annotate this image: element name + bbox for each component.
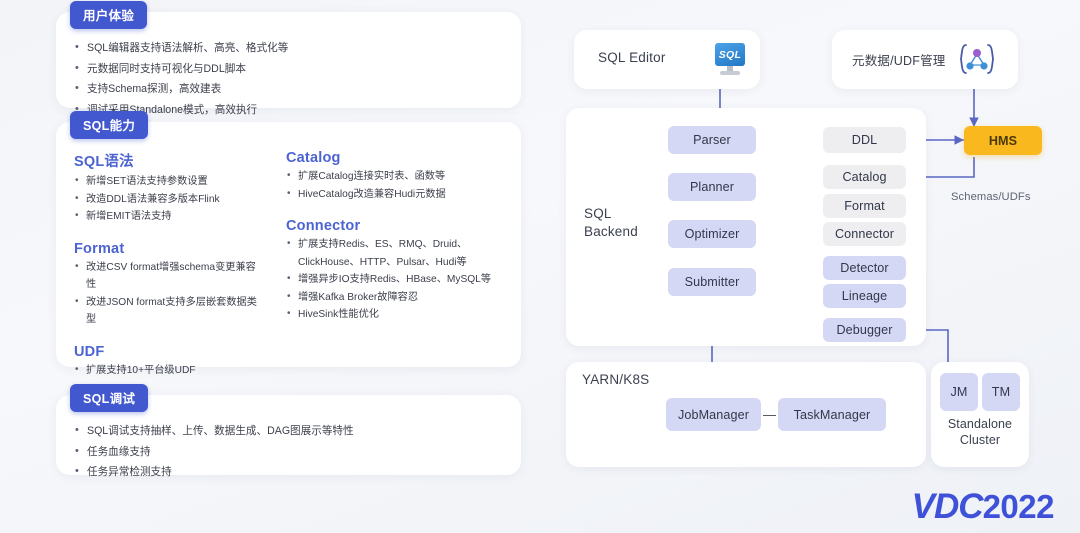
list-item: 扩展支持10+平台级UDF	[74, 361, 264, 380]
badge-sql-debug: SQL调试	[70, 384, 149, 412]
node-taskmanager[interactable]: TaskManager	[778, 398, 886, 431]
vdc-logo-year: 2022	[982, 488, 1055, 525]
node-ddl[interactable]: DDL	[823, 127, 906, 153]
section-title-format: Format	[74, 240, 125, 257]
architecture-diagram: SQL Editor SQL 元数据/UDF管理 SQL Backend Par…	[556, 0, 1080, 533]
standalone-caption-line1: Standalone	[947, 417, 1013, 431]
yarn-k8s-label: YARN/K8S	[582, 372, 650, 387]
metadata-udf-label: 元数据/UDF管理	[852, 54, 946, 68]
sql-monitor-icon: SQL	[713, 43, 747, 77]
node-jm[interactable]: JM	[940, 373, 978, 411]
left-column: 用户体验 SQL编辑器支持语法解析、高亮、格式化等 元数据同时支持可视化与DDL…	[56, 1, 521, 489]
sql-backend-label: SQL Backend	[584, 205, 638, 241]
list-item: 增强异步IO支持Redis、HBase、MySQL等	[286, 270, 501, 289]
list-item: 扩展Catalog连接实时表、函数等	[286, 167, 501, 186]
list-item: HiveSink性能优化	[286, 305, 501, 324]
sql-debug-bullets: SQL调试支持抽样、上传、数据生成、DAG图展示等特性 任务血缘支持 任务异常检…	[74, 420, 503, 483]
node-hms[interactable]: HMS	[964, 126, 1042, 155]
list-item: 增强Kafka Broker故障容忍	[286, 288, 501, 307]
list-item: 任务异常检测支持	[74, 461, 503, 483]
node-parser[interactable]: Parser	[668, 126, 756, 154]
list-item: 改造DDL语法兼容多版本Flink	[74, 190, 264, 209]
section-title-catalog: Catalog	[286, 150, 341, 166]
capability-column-right: Catalog 扩展Catalog连接实时表、函数等 HiveCatalog改造…	[286, 150, 501, 381]
capability-grid: SQL语法 新增SET语法支持参数设置 改造DDL语法兼容多版本Flink 新增…	[74, 150, 503, 381]
sql-backend-label-line1: SQL	[584, 206, 612, 221]
card-metadata-udf[interactable]: 元数据/UDF管理	[832, 30, 1018, 89]
list-item: 任务血缘支持	[74, 441, 503, 463]
node-optimizer[interactable]: Optimizer	[668, 220, 756, 248]
capability-column-left: SQL语法 新增SET语法支持参数设置 改造DDL语法兼容多版本Flink 新增…	[74, 150, 264, 381]
node-tm[interactable]: TM	[982, 373, 1020, 411]
badge-sql-capability: SQL能力	[70, 111, 149, 139]
catalog-items: 扩展Catalog连接实时表、函数等 HiveCatalog改造兼容Hudi元数…	[286, 167, 501, 204]
badge-user-experience: 用户体验	[70, 1, 148, 29]
node-jobmanager[interactable]: JobManager	[666, 398, 761, 431]
node-lineage[interactable]: Lineage	[823, 284, 906, 308]
sql-backend-label-line2: Backend	[584, 224, 638, 240]
node-detector[interactable]: Detector	[823, 256, 906, 280]
udf-items: 扩展支持10+平台级UDF	[74, 361, 264, 380]
vdc-logo-mark: VDC	[911, 487, 984, 526]
card-sql-editor[interactable]: SQL Editor SQL	[574, 30, 760, 89]
node-connector[interactable]: Connector	[823, 222, 906, 246]
list-item: 扩展支持Redis、ES、RMQ、Druid、ClickHouse、HTTP、P…	[286, 235, 501, 271]
sql-icon-text: SQL	[718, 48, 742, 61]
format-items: 改进CSV format增强schema变更兼容性 改进JSON format支…	[74, 258, 264, 329]
section-title-udf: UDF	[74, 343, 105, 360]
list-item: HiveCatalog改造兼容Hudi元数据	[286, 185, 501, 204]
node-planner[interactable]: Planner	[668, 173, 756, 201]
sql-editor-label: SQL Editor	[598, 50, 666, 65]
udf-graph-icon	[958, 42, 996, 76]
standalone-caption-line2: Cluster	[959, 433, 1001, 448]
list-item: 新增SET语法支持参数设置	[74, 172, 264, 191]
node-submitter[interactable]: Submitter	[668, 268, 756, 296]
node-debugger[interactable]: Debugger	[823, 318, 906, 342]
slide-root: 用户体验 SQL编辑器支持语法解析、高亮、格式化等 元数据同时支持可视化与DDL…	[0, 0, 1080, 533]
section-title-connector: Connector	[286, 218, 361, 235]
list-item: 元数据同时支持可视化与DDL脚本	[74, 58, 503, 80]
yarn-link-dash: —	[763, 407, 777, 422]
node-catalog[interactable]: Catalog	[823, 165, 906, 189]
node-format[interactable]: Format	[823, 194, 906, 218]
list-item: 新增EMIT语法支持	[74, 207, 264, 226]
sql-syntax-items: 新增SET语法支持参数设置 改造DDL语法兼容多版本Flink 新增EMIT语法…	[74, 172, 264, 226]
section-title-sql-syntax: SQL语法	[74, 154, 134, 170]
panel-user-experience: 用户体验 SQL编辑器支持语法解析、高亮、格式化等 元数据同时支持可视化与DDL…	[56, 1, 521, 120]
hms-caption: Schemas/UDFs	[951, 191, 1031, 203]
list-item: SQL编辑器支持语法解析、高亮、格式化等	[74, 37, 503, 59]
panel-sql-debug: SQL调试 SQL调试支持抽样、上传、数据生成、DAG图展示等特性 任务血缘支持…	[56, 384, 521, 482]
panel-sql-capability: SQL能力 SQL语法 新增SET语法支持参数设置 改造DDL语法兼容多版本Fl…	[56, 111, 521, 378]
list-item: 支持Schema探测，高效建表	[74, 78, 503, 100]
user-experience-bullets: SQL编辑器支持语法解析、高亮、格式化等 元数据同时支持可视化与DDL脚本 支持…	[74, 37, 503, 121]
list-item: 改进CSV format增强schema变更兼容性	[74, 258, 264, 294]
connector-items: 扩展支持Redis、ES、RMQ、Druid、ClickHouse、HTTP、P…	[286, 235, 501, 324]
list-item: 改进JSON format支持多层嵌套数据类型	[74, 293, 264, 329]
vdc-logo: VDC 2022	[911, 487, 1055, 527]
standalone-caption: Standalone Cluster	[931, 416, 1029, 449]
list-item: SQL调试支持抽样、上传、数据生成、DAG图展示等特性	[74, 420, 503, 442]
